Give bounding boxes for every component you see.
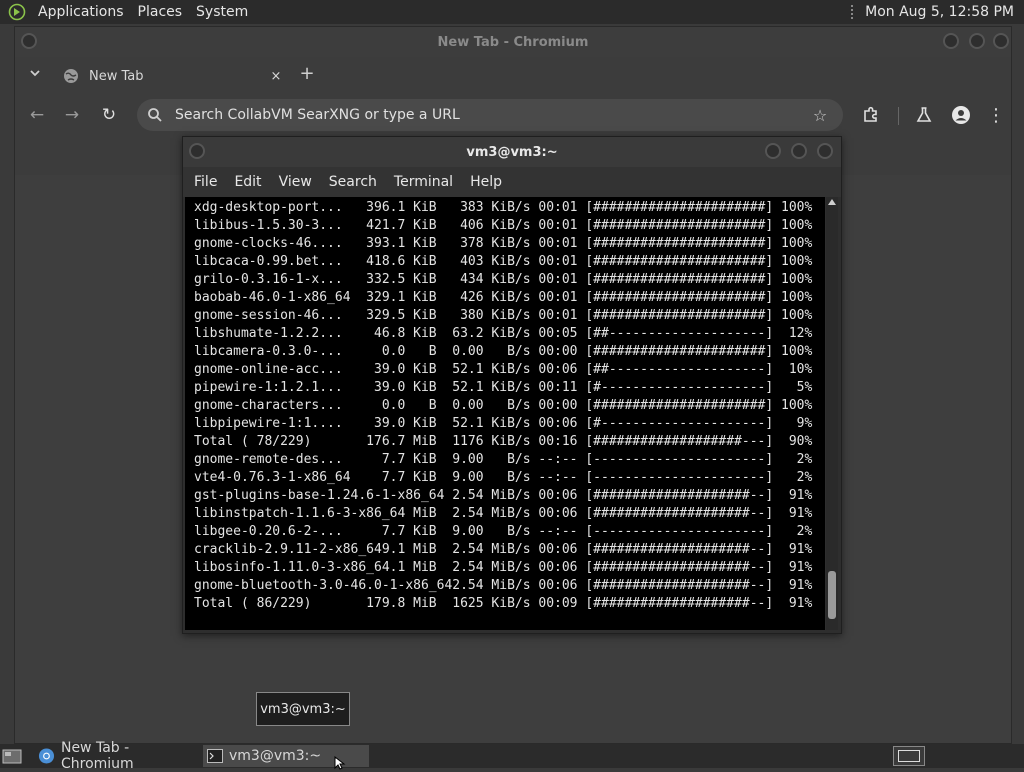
chromium-window-title: New Tab - Chromium [437,34,589,50]
terminal-line: libibus-1.5.30-3... 421.7 KiB 406 KiB/s … [194,218,813,233]
close-window-button[interactable] [993,33,1009,49]
bookmark-star-icon[interactable]: ☆ [811,106,829,125]
terminal-line: gst-plugins-base-1.24.6-1-x86_64 2.54 Mi… [194,488,813,503]
terminal-output[interactable]: xdg-desktop-port... 396.1 KiB 383 KiB/s … [185,197,825,630]
terminal-line: gnome-clocks-46.... 393.1 KiB 378 KiB/s … [194,236,813,251]
back-button[interactable]: ← [25,103,49,127]
task-chromium[interactable]: New Tab - Chromium [34,740,198,772]
terminal-close-button[interactable] [817,143,833,159]
forward-button[interactable]: → [60,103,84,127]
terminal-window: vm3@vm3:~ File Edit View Search Terminal… [182,136,842,634]
applications-menu[interactable]: Applications [34,4,128,20]
new-tab-button[interactable]: + [297,63,317,85]
distro-logo-icon[interactable] [6,1,28,23]
flask-icon [916,107,932,122]
terminal-line: libosinfo-1.11.0-3-x86_64.1 MiB 2.54 MiB… [194,560,813,575]
terminal-window-menu-button[interactable] [189,143,205,159]
panel-separator [851,5,859,19]
kebab-menu-button[interactable]: ⋮ [984,103,1008,127]
address-bar-placeholder: Search CollabVM SearXNG or type a URL [175,107,460,123]
terminal-titlebar[interactable]: vm3@vm3:~ [183,137,841,167]
window-menu-button[interactable] [21,33,37,49]
chromium-titlebar[interactable]: New Tab - Chromium [15,27,1011,57]
terminal-icon [207,749,223,763]
taskbar-tooltip: vm3@vm3:~ [256,692,350,726]
reload-button[interactable]: ↻ [97,103,121,127]
terminal-scrollbar[interactable] [826,197,838,630]
terminal-line: Total ( 86/229) 179.8 MiB 1625 KiB/s 00:… [194,596,813,611]
address-bar[interactable]: Search CollabVM SearXNG or type a URL ☆ [137,99,843,131]
tab-new-tab[interactable]: New Tab × [55,61,285,91]
system-menu[interactable]: System [192,4,252,20]
terminal-line: gnome-characters... 0.0 B 0.00 B/s 00:00… [194,398,813,413]
workspace-1[interactable] [898,750,920,762]
profile-button[interactable] [949,103,973,127]
task-chromium-label: New Tab - Chromium [60,740,134,772]
puzzle-icon [864,106,877,122]
menu-help[interactable]: Help [470,174,502,190]
search-icon [148,108,162,122]
chevron-down-icon [30,70,40,77]
menu-view[interactable]: View [279,174,312,190]
terminal-text: xdg-desktop-port... 396.1 KiB 383 KiB/s … [185,197,825,613]
browser-toolbar: ← → ↻ Search CollabVM SearXNG or type a … [15,95,1011,135]
terminal-line: gnome-remote-des... 7.7 KiB 9.00 B/s --:… [194,452,813,467]
terminal-line: cracklib-2.9.11-2-x86_649.1 MiB 2.54 MiB… [194,542,813,557]
terminal-line: libcamera-0.3.0-... 0.0 B 0.00 B/s 00:00… [194,344,813,359]
task-terminal-label: vm3@vm3:~ [229,748,322,764]
terminal-maximize-button[interactable] [791,143,807,159]
minimize-button[interactable] [943,33,959,49]
avatar-icon [952,106,970,124]
terminal-window-title: vm3@vm3:~ [466,144,558,160]
terminal-line: libinstpatch-1.1.6-3-x86_64 MiB 2.54 MiB… [194,506,813,521]
menu-file[interactable]: File [194,174,217,190]
terminal-line: libgee-0.20.6-2-... 7.7 KiB 9.00 B/s --:… [194,524,813,539]
extensions-button[interactable] [859,103,883,127]
scroll-up-arrow-icon[interactable] [828,199,836,205]
terminal-line: libpipewire-1:1.... 39.0 KiB 52.1 KiB/s … [194,416,813,431]
terminal-minimize-button[interactable] [765,143,781,159]
clock[interactable]: Mon Aug 5, 12:58 PM [865,4,1014,20]
menu-terminal[interactable]: Terminal [394,174,453,190]
terminal-line: gnome-online-acc... 39.0 KiB 52.1 KiB/s … [194,362,813,377]
terminal-line: gnome-session-46... 329.5 KiB 380 KiB/s … [194,308,813,323]
terminal-line: vte4-0.76.3-1-x86_64 7.7 KiB 9.00 B/s --… [194,470,813,485]
terminal-line: baobab-46.0-1-x86_64 329.1 KiB 426 KiB/s… [194,290,813,305]
top-panel: Applications Places System Mon Aug 5, 12… [0,0,1024,24]
terminal-line: pipewire-1:1.2.1... 39.0 KiB 52.1 KiB/s … [194,380,813,395]
terminal-line: libcaca-0.99.bet... 418.6 KiB 403 KiB/s … [194,254,813,269]
terminal-line: grilo-0.3.16-1-x... 332.5 KiB 434 KiB/s … [194,272,813,287]
menu-search[interactable]: Search [329,174,377,190]
toolbar-divider [898,107,899,125]
menu-edit[interactable]: Edit [234,174,261,190]
tab-label: New Tab [89,68,144,84]
scrollbar-thumb[interactable] [828,571,836,619]
show-desktop-icon[interactable] [2,747,22,765]
terminal-line: gnome-bluetooth-3.0-46.0-1-x86_642.54 Mi… [194,578,813,593]
terminal-line: xdg-desktop-port... 396.1 KiB 383 KiB/s … [194,200,813,215]
terminal-line: libshumate-1.2.2... 46.8 KiB 63.2 KiB/s … [194,326,813,341]
terminal-line: Total ( 78/229) 176.7 MiB 1176 KiB/s 00:… [194,434,813,449]
close-tab-icon[interactable]: × [267,69,285,84]
tab-search-button[interactable] [25,65,45,85]
maximize-button[interactable] [969,33,985,49]
bottom-panel: New Tab - Chromium vm3@vm3:~ [0,740,1024,772]
labs-button[interactable] [912,103,936,127]
terminal-menubar: File Edit View Search Terminal Help [183,167,841,197]
places-menu[interactable]: Places [134,4,187,20]
chromium-icon [38,748,55,764]
workspace-switcher[interactable] [893,746,925,766]
globe-icon [64,69,78,83]
tab-strip: New Tab × + [15,57,1011,95]
